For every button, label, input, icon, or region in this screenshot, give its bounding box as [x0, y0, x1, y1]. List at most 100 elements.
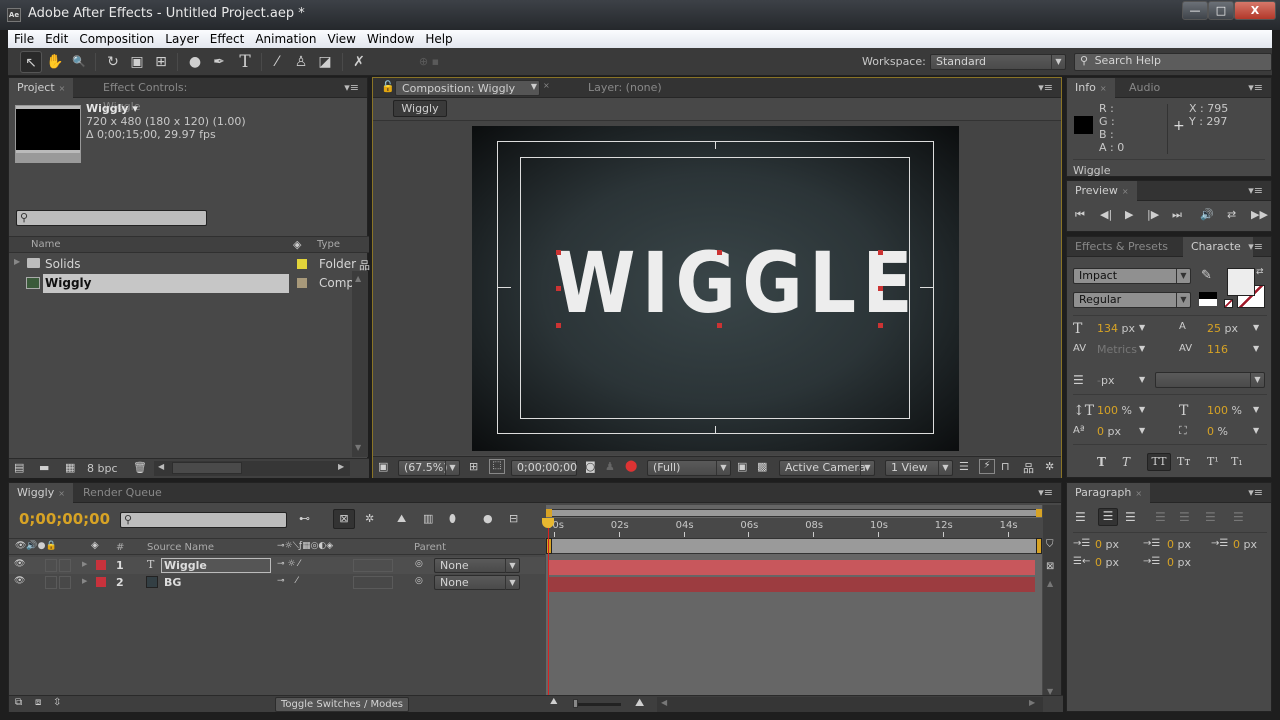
- tab-effects-presets[interactable]: Effects & Presets: [1067, 237, 1179, 257]
- lock-toggle[interactable]: [59, 576, 71, 589]
- scroll-right-arrow-icon[interactable]: ▶: [338, 462, 344, 471]
- menu-composition[interactable]: Composition: [73, 30, 159, 47]
- time-navigator[interactable]: [546, 509, 1042, 517]
- scrollbar-thumb[interactable]: [172, 462, 242, 474]
- bounding-handle[interactable]: [556, 250, 561, 255]
- stroke-style-dropdown[interactable]: ▼: [1155, 372, 1265, 388]
- graph-editor-icon[interactable]: ⊟: [509, 512, 518, 525]
- tab-preview[interactable]: Preview ×: [1067, 181, 1137, 201]
- in-out-pane-icon[interactable]: ⇳: [53, 697, 61, 708]
- timeline-graph-area[interactable]: 00s 02s 04s 06s 08s 10s 12s 14s: [542, 505, 1042, 705]
- tab-composition[interactable]: Composition: Wiggly ▼: [395, 80, 540, 96]
- last-frame-icon[interactable]: ⏭: [1172, 208, 1182, 222]
- parent-dropdown[interactable]: None ▼: [434, 558, 520, 573]
- lock-icon[interactable]: 🔓: [381, 80, 395, 93]
- work-area-bar[interactable]: [546, 538, 1042, 554]
- chevron-down-icon[interactable]: ▼: [1253, 323, 1259, 332]
- chevron-down-icon[interactable]: ▼: [1139, 323, 1145, 332]
- justify-last-center-icon[interactable]: ☰: [1179, 510, 1190, 524]
- frame-blending-icon[interactable]: ▥: [423, 512, 433, 525]
- pixel-aspect-icon[interactable]: ☰: [959, 460, 969, 473]
- project-item-row[interactable]: ▶ Solids Folder: [9, 255, 356, 274]
- tab-paragraph[interactable]: Paragraph ×: [1067, 483, 1151, 503]
- next-frame-icon[interactable]: |▶: [1147, 208, 1159, 221]
- previous-frame-icon[interactable]: ◀|: [1100, 208, 1112, 221]
- loop-icon[interactable]: ⇄: [1227, 208, 1236, 221]
- canvas-text-layer[interactable]: WIGGLE: [554, 238, 913, 328]
- exposure-icon[interactable]: ✲: [1045, 460, 1054, 473]
- tsume-field[interactable]: 0 %: [1207, 425, 1228, 438]
- tab-audio[interactable]: Audio: [1121, 78, 1177, 98]
- close-tab-icon[interactable]: ×: [543, 81, 550, 90]
- motion-blur-icon[interactable]: ⬮: [449, 512, 456, 526]
- transfer-controls-pane-icon[interactable]: ⧈: [35, 697, 41, 708]
- bounding-handle[interactable]: [878, 286, 883, 291]
- subscript-button[interactable]: T₁: [1231, 455, 1243, 468]
- camera-tool-icon[interactable]: ▣: [126, 51, 148, 73]
- indent-right-field[interactable]: 0 px: [1233, 538, 1257, 551]
- chevron-down-icon[interactable]: ▼: [1139, 426, 1145, 435]
- grid-guide-icon[interactable]: ⊞: [469, 460, 478, 473]
- panel-menu-icon[interactable]: ▾≡: [1248, 486, 1263, 499]
- scroll-up-arrow-icon[interactable]: ▲: [355, 274, 361, 283]
- justify-all-icon[interactable]: ☰: [1233, 510, 1244, 524]
- zoom-slider-thumb[interactable]: [573, 699, 578, 708]
- horizontal-scale-field[interactable]: 100 %: [1207, 404, 1242, 417]
- tab-effect-controls[interactable]: Effect Controls: Wiggle: [95, 78, 235, 113]
- align-right-icon[interactable]: ☰: [1125, 510, 1136, 524]
- column-source-name[interactable]: Source Name: [147, 542, 214, 553]
- justify-last-left-icon[interactable]: ☰: [1155, 510, 1166, 524]
- align-center-icon[interactable]: ☰: [1098, 508, 1118, 526]
- eye-visibility-icon[interactable]: 👁: [14, 559, 25, 569]
- menu-edit[interactable]: Edit: [39, 30, 73, 47]
- layer-label-color[interactable]: [96, 577, 106, 587]
- channel-icon[interactable]: ⬤: [625, 459, 637, 472]
- all-caps-button[interactable]: TT: [1147, 453, 1171, 471]
- column-name[interactable]: Name: [31, 239, 61, 250]
- scroll-left-arrow-icon[interactable]: ◀: [158, 462, 164, 471]
- bounding-handle[interactable]: [556, 286, 561, 291]
- scroll-left-arrow-icon[interactable]: ◀: [661, 698, 667, 707]
- fast-previews-icon[interactable]: ⚡: [979, 459, 995, 474]
- chevron-down-icon[interactable]: ▼: [1253, 426, 1259, 435]
- pen-tool-icon[interactable]: ✒: [208, 51, 230, 73]
- superscript-button[interactable]: T¹: [1207, 455, 1219, 468]
- menu-file[interactable]: File: [8, 30, 39, 47]
- bounding-handle[interactable]: [878, 323, 883, 328]
- timeline-search-input[interactable]: ⚲: [120, 512, 287, 528]
- chevron-down-icon[interactable]: ▼: [1139, 375, 1145, 384]
- layer-name[interactable]: BG: [164, 576, 181, 589]
- zoom-in-mountain-icon[interactable]: ⛰: [635, 696, 644, 710]
- toggle-switches-modes-button[interactable]: Toggle Switches / Modes: [275, 697, 409, 712]
- camera-view-dropdown[interactable]: Active Camera ▼: [779, 460, 875, 476]
- label-color-swatch[interactable]: [297, 278, 307, 288]
- font-style-dropdown[interactable]: Regular ▼: [1073, 292, 1191, 308]
- timeline-icon[interactable]: ⊓: [1001, 460, 1010, 473]
- label-tag-icon[interactable]: ◈: [91, 540, 99, 551]
- type-tool-icon[interactable]: T: [234, 51, 256, 73]
- live-update-icon[interactable]: ⊠: [333, 509, 355, 529]
- lock-toggle[interactable]: [59, 559, 71, 572]
- work-area-end-handle[interactable]: [1036, 538, 1042, 554]
- scroll-down-arrow-icon[interactable]: ▼: [355, 443, 361, 452]
- space-after-field[interactable]: 0 px: [1167, 556, 1191, 569]
- selection-tool-icon[interactable]: ↖: [20, 51, 42, 73]
- faux-italic-button[interactable]: T: [1122, 455, 1130, 469]
- composition-breadcrumb[interactable]: Wiggly: [393, 100, 447, 117]
- menu-window[interactable]: Window: [361, 30, 419, 47]
- expand-triangle-icon[interactable]: ▶: [14, 257, 20, 266]
- composition-viewer[interactable]: WIGGLE: [373, 120, 1061, 455]
- current-time-indicator[interactable]: [548, 519, 549, 705]
- hand-tool-icon[interactable]: ✋: [44, 51, 66, 73]
- resolution-dropdown[interactable]: (Full) ▼: [647, 460, 731, 476]
- layer-label-color[interactable]: [96, 560, 106, 570]
- panel-menu-icon[interactable]: ▾≡: [344, 81, 359, 94]
- tab-render-queue[interactable]: Render Queue: [75, 483, 175, 503]
- scroll-right-arrow-icon[interactable]: ▶: [1029, 698, 1035, 707]
- close-tab-icon[interactable]: ×: [1135, 489, 1142, 498]
- interpret-footage-icon[interactable]: ▤: [14, 461, 24, 474]
- layer-switches[interactable]: ⊸ ☼ ⁄: [277, 559, 300, 569]
- comp-marker-bin-icon[interactable]: ⛉: [1046, 539, 1054, 550]
- faux-bold-button[interactable]: T: [1097, 455, 1106, 469]
- space-before-field[interactable]: 0 px: [1095, 556, 1119, 569]
